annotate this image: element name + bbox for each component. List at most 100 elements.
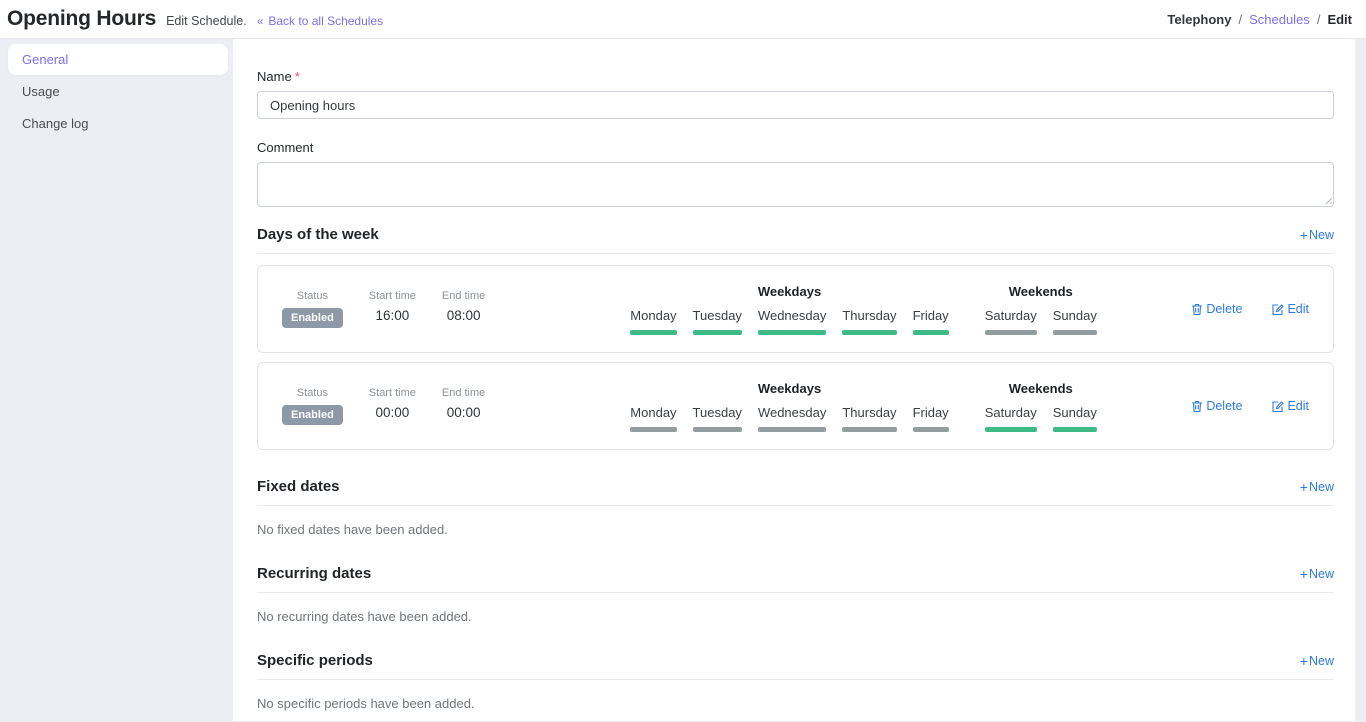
- end-time-value: 00:00: [447, 405, 481, 420]
- breadcrumb-separator: /: [1317, 12, 1321, 27]
- name-label-text: Name: [257, 69, 292, 84]
- sidebar-item-general[interactable]: General: [8, 44, 228, 75]
- day-name: Sunday: [1053, 405, 1097, 420]
- day-status-bar: [693, 427, 742, 432]
- day-name: Sunday: [1053, 308, 1097, 323]
- day-thursday: Thursday: [842, 308, 896, 335]
- days-section-head: Days of the week + New: [257, 226, 1334, 243]
- days-section-title: Days of the week: [257, 226, 379, 243]
- weekends-row: Saturday Sunday: [985, 308, 1097, 335]
- day-groups: Weekdays Monday Tuesday Wednes: [630, 284, 1097, 335]
- page-layout: General Usage Change log Name* Comment D…: [0, 39, 1366, 721]
- row-meta: Status Enabled Start time 00:00 End time…: [282, 387, 485, 425]
- start-time-column: Start time 00:00: [369, 387, 416, 420]
- day-name: Monday: [630, 308, 676, 323]
- breadcrumb-schedules-link[interactable]: Schedules: [1249, 12, 1310, 27]
- end-time-label: End time: [442, 290, 485, 302]
- day-saturday: Saturday: [985, 308, 1037, 335]
- trash-icon: [1191, 303, 1203, 316]
- specific-periods-section: Specific periods + New No specific perio…: [257, 652, 1334, 711]
- day-status-bar: [842, 330, 896, 335]
- day-status-bar: [693, 330, 742, 335]
- weekdays-title: Weekdays: [630, 381, 948, 396]
- weekends-row: Saturday Sunday: [985, 405, 1097, 432]
- plus-icon: +: [1300, 228, 1308, 242]
- day-wednesday: Wednesday: [758, 405, 826, 432]
- end-time-value: 08:00: [447, 308, 481, 323]
- name-input[interactable]: [257, 91, 1334, 119]
- day-thursday: Thursday: [842, 405, 896, 432]
- delete-button[interactable]: Delete: [1191, 399, 1242, 413]
- row-actions: Delete Edit: [1191, 399, 1309, 413]
- days-new-button[interactable]: + New: [1300, 228, 1334, 242]
- specific-periods-head: Specific periods + New: [257, 652, 1334, 669]
- specific-periods-empty-text: No specific periods have been added.: [257, 696, 1334, 711]
- day-status-bar: [758, 330, 826, 335]
- edit-button[interactable]: Edit: [1272, 399, 1309, 413]
- day-status-bar: [842, 427, 896, 432]
- day-monday: Monday: [630, 405, 676, 432]
- sidebar: General Usage Change log: [0, 39, 233, 721]
- weekdays-group: Weekdays Monday Tuesday Wednes: [630, 381, 948, 432]
- back-chevrons-icon: «: [257, 14, 264, 28]
- day-monday: Monday: [630, 308, 676, 335]
- sidebar-item-usage[interactable]: Usage: [0, 76, 233, 107]
- day-name: Saturday: [985, 308, 1037, 323]
- day-name: Wednesday: [758, 405, 826, 420]
- new-label: New: [1309, 567, 1334, 581]
- day-status-bar: [913, 427, 949, 432]
- required-asterisk: *: [295, 69, 300, 84]
- specific-periods-new-button[interactable]: + New: [1300, 654, 1334, 668]
- section-divider: [257, 505, 1334, 506]
- day-status-bar: [1053, 330, 1097, 335]
- status-badge: Enabled: [282, 405, 343, 425]
- new-label: New: [1309, 480, 1334, 494]
- schedule-row: Status Enabled Start time 16:00 End time…: [257, 265, 1334, 353]
- edit-label: Edit: [1287, 302, 1309, 316]
- header-left: Opening Hours Edit Schedule. « Back to a…: [7, 7, 383, 31]
- day-status-bar: [913, 330, 949, 335]
- comment-textarea-wrap: [257, 162, 1334, 207]
- day-name: Thursday: [842, 405, 896, 420]
- fixed-dates-head: Fixed dates + New: [257, 478, 1334, 495]
- schedule-row: Status Enabled Start time 00:00 End time…: [257, 362, 1334, 450]
- status-badge: Enabled: [282, 308, 343, 328]
- fixed-dates-empty-text: No fixed dates have been added.: [257, 522, 1334, 537]
- delete-button[interactable]: Delete: [1191, 302, 1242, 316]
- plus-icon: +: [1300, 654, 1308, 668]
- fixed-dates-new-button[interactable]: + New: [1300, 480, 1334, 494]
- day-status-bar: [985, 330, 1037, 335]
- new-label: New: [1309, 654, 1334, 668]
- day-name: Friday: [913, 308, 949, 323]
- fixed-dates-title: Fixed dates: [257, 478, 340, 495]
- recurring-dates-section: Recurring dates + New No recurring dates…: [257, 565, 1334, 624]
- fixed-dates-section: Fixed dates + New No fixed dates have be…: [257, 478, 1334, 537]
- day-name: Tuesday: [693, 308, 742, 323]
- recurring-dates-new-button[interactable]: + New: [1300, 567, 1334, 581]
- status-column: Status Enabled: [282, 387, 343, 425]
- page-header: Opening Hours Edit Schedule. « Back to a…: [0, 0, 1366, 39]
- start-time-label: Start time: [369, 290, 416, 302]
- breadcrumb-current: Edit: [1327, 12, 1352, 27]
- section-divider: [257, 253, 1334, 254]
- day-status-bar: [758, 427, 826, 432]
- plus-icon: +: [1300, 480, 1308, 494]
- day-status-bar: [630, 330, 676, 335]
- weekends-group: Weekends Saturday Sunday: [985, 284, 1097, 335]
- edit-button[interactable]: Edit: [1272, 302, 1309, 316]
- page-subtitle: Edit Schedule.: [166, 14, 247, 28]
- edit-icon: [1272, 303, 1284, 316]
- section-divider: [257, 679, 1334, 680]
- weekdays-row: Monday Tuesday Wednesday: [630, 308, 948, 335]
- status-label: Status: [297, 290, 328, 302]
- recurring-dates-head: Recurring dates + New: [257, 565, 1334, 582]
- status-label: Status: [297, 387, 328, 399]
- status-column: Status Enabled: [282, 290, 343, 328]
- back-link[interactable]: « Back to all Schedules: [257, 14, 383, 28]
- sidebar-item-change-log[interactable]: Change log: [0, 108, 233, 139]
- comment-textarea[interactable]: [257, 162, 1334, 207]
- main-content: Name* Comment Days of the week + New: [233, 39, 1355, 721]
- start-time-column: Start time 16:00: [369, 290, 416, 323]
- day-saturday: Saturday: [985, 405, 1037, 432]
- weekdays-group: Weekdays Monday Tuesday Wednes: [630, 284, 948, 335]
